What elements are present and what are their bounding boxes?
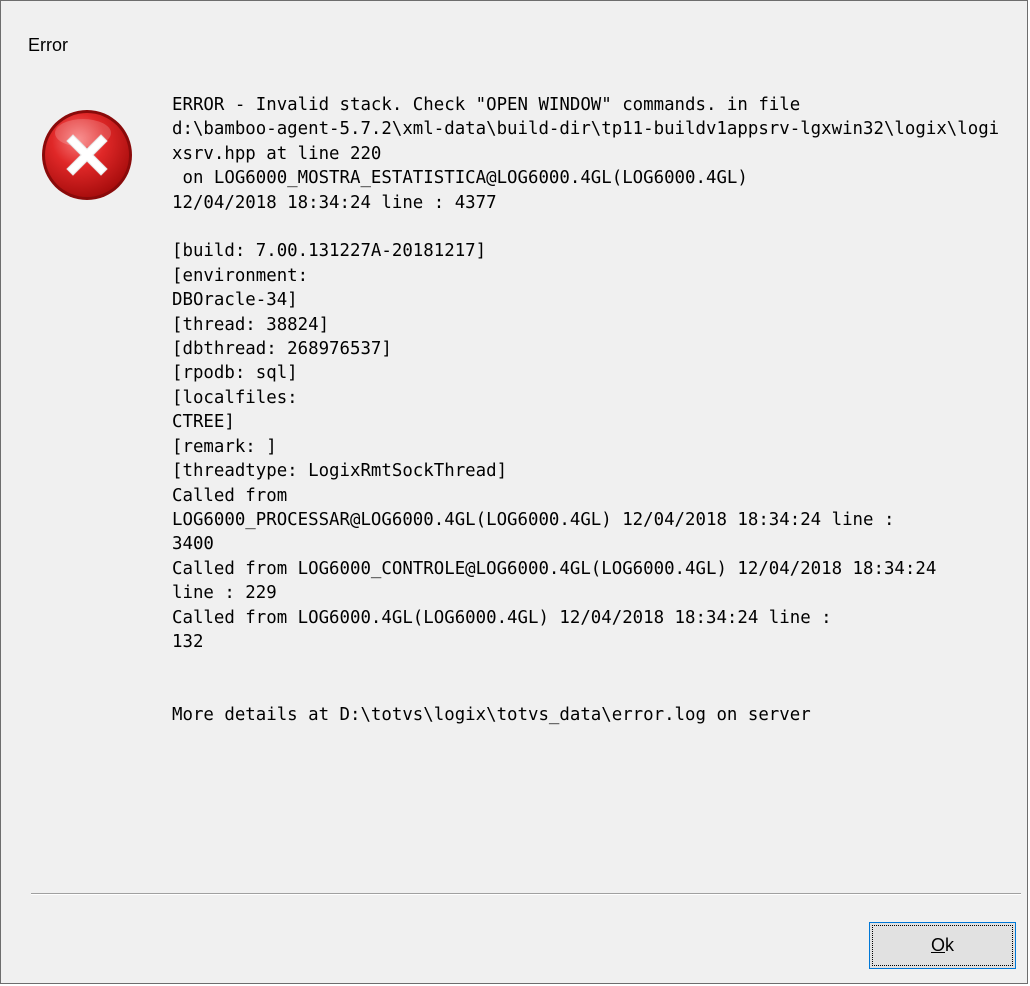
ok-button[interactable]: Ok [869,922,1016,969]
message-line: Called from LOG6000.4GL(LOG6000.4GL) 12/… [172,607,832,628]
message-line: [localfiles: [172,387,298,408]
message-line: CTREE] [172,412,235,433]
error-message: ERROR - Invalid stack. Check "OPEN WINDO… [172,93,1022,728]
ok-mnemonic: O [930,935,945,955]
message-line: on LOG6000_MOSTRA_ESTATISTICA@LOG6000.4G… [172,168,748,189]
message-line: [remark: ] [172,436,277,457]
message-line: [thread: 38824] [172,314,330,335]
message-line: Called from LOG6000_CONTROLE@LOG6000.4GL… [172,558,937,579]
message-line: 12/04/2018 18:34:24 line : 4377 [172,192,497,213]
message-line: [build: 7.00.131227A-20181217] [172,241,487,262]
message-line: More details at D:\totvs\logix\totvs_dat… [172,705,811,726]
message-line: 3400 [172,534,214,555]
message-line: [dbthread: 268976537] [172,339,392,360]
message-line: [rpodb: sql] [172,363,298,384]
message-line: [environment: [172,265,309,286]
dialog-title: Error [28,35,68,55]
separator [31,893,1021,895]
message-line: line : 229 [172,583,277,604]
message-line: d:\bamboo-agent-5.7.2\xml-data\build-dir… [172,119,1000,140]
message-line: Called from [172,485,288,506]
message-line: [threadtype: LogixRmtSockThread] [172,461,508,482]
message-line: ERROR - Invalid stack. Check "OPEN WINDO… [172,95,801,115]
error-dialog: Error ERROR - Invalid stack. Check "OPEN… [0,0,1028,984]
message-line: DBOracle-34] [172,290,298,311]
message-line: LOG6000_PROCESSAR@LOG6000.4GL(LOG6000.4G… [172,509,895,530]
error-icon [39,107,135,203]
message-line: 132 [172,631,204,652]
message-line: xsrv.hpp at line 220 [172,143,382,164]
title-bar: Error [1,1,1027,89]
ok-label-rest: k [945,935,954,955]
